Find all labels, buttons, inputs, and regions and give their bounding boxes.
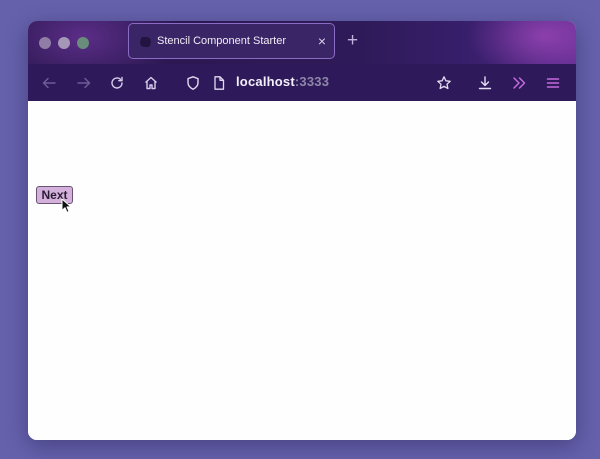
url-bar[interactable]: localhost:3333: [236, 74, 329, 89]
stencil-logo-icon: [138, 37, 153, 47]
url-port: :3333: [294, 74, 330, 89]
url-host: localhost: [236, 74, 295, 89]
download-icon[interactable]: [475, 73, 495, 93]
reload-icon[interactable]: [107, 73, 127, 93]
close-window-button[interactable]: [39, 37, 51, 49]
tab-stencil-component-starter[interactable]: Stencil Component Starter ×: [128, 23, 335, 59]
page-icon: [209, 73, 229, 93]
overflow-chevrons-icon[interactable]: [509, 73, 529, 93]
back-arrow-icon[interactable]: [39, 73, 59, 93]
browser-window: Stencil Component Starter × + localhost:…: [28, 21, 576, 440]
titlebar: Stencil Component Starter × +: [28, 21, 576, 64]
navigation-toolbar: localhost:3333: [28, 64, 576, 101]
tab-title: Stencil Component Starter: [157, 35, 287, 47]
new-tab-button[interactable]: +: [347, 31, 358, 51]
titlebar-decoration-right: [466, 21, 576, 64]
shield-icon[interactable]: [183, 73, 203, 93]
star-icon[interactable]: [434, 73, 454, 93]
page-content: Next: [28, 101, 576, 440]
mouse-cursor-icon: [61, 198, 72, 213]
menu-icon[interactable]: [543, 73, 563, 93]
close-tab-icon[interactable]: ×: [318, 33, 326, 49]
home-icon[interactable]: [141, 73, 161, 93]
maximize-window-button[interactable]: [77, 37, 89, 49]
forward-arrow-icon[interactable]: [74, 73, 94, 93]
minimize-window-button[interactable]: [58, 37, 70, 49]
